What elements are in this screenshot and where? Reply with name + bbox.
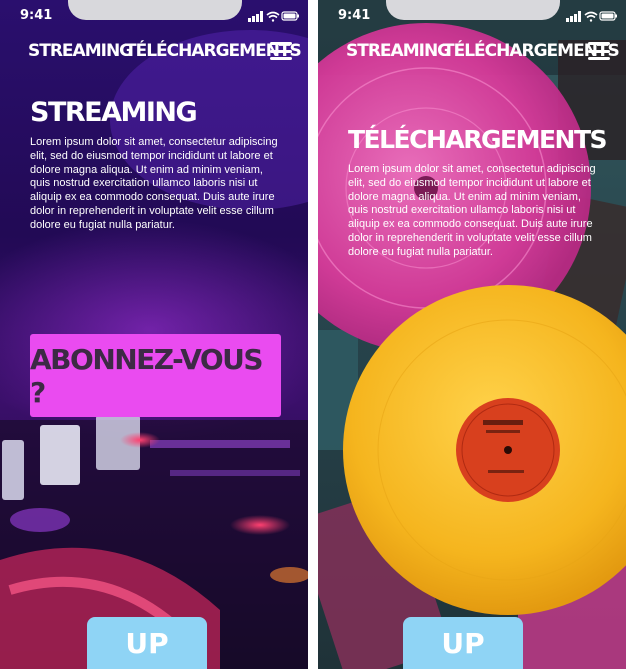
nav-streaming-link[interactable]: STREAMING <box>346 41 451 61</box>
device-notch <box>386 0 560 20</box>
page-title: TÉLÉCHARGEMENTS <box>348 125 608 154</box>
wifi-icon <box>266 11 280 22</box>
signal-icon <box>566 11 581 22</box>
status-bar: 9:41 <box>0 0 308 32</box>
menu-icon[interactable] <box>270 42 292 60</box>
battery-icon <box>281 11 299 21</box>
vinyl-records-background-image <box>318 0 626 669</box>
intro-paragraph: Lorem ipsum dolor sit amet, consectetur … <box>348 163 596 258</box>
scroll-up-button[interactable]: UP <box>87 617 207 669</box>
top-navigation: STREAMING TÉLÉCHARGEMENTS <box>318 34 626 70</box>
nav-streaming-link[interactable]: STREAMING <box>28 41 133 61</box>
status-icons <box>566 11 617 22</box>
device-notch <box>68 0 242 20</box>
scroll-up-button[interactable]: UP <box>403 617 523 669</box>
menu-icon[interactable] <box>588 42 610 60</box>
subscribe-button[interactable]: ABONNEZ-VOUS ? <box>30 334 281 417</box>
downloads-screen: 9:41 STREAMING TÉLÉCHARGEMENTS TÉLÉCHARG… <box>318 0 626 669</box>
top-navigation: STREAMING TÉLÉCHARGEMENTS <box>0 34 308 70</box>
status-icons <box>248 11 299 22</box>
page-title: STREAMING <box>30 97 198 128</box>
status-bar: 9:41 <box>318 0 626 32</box>
intro-paragraph: Lorem ipsum dolor sit amet, consectetur … <box>30 136 278 231</box>
streaming-screen: 9:41 STREAMING TÉLÉCHARGEMENTS STREAMING… <box>0 0 308 669</box>
signal-icon <box>248 11 263 22</box>
wifi-icon <box>584 11 598 22</box>
battery-icon <box>599 11 617 21</box>
status-time: 9:41 <box>20 8 53 23</box>
status-time: 9:41 <box>338 8 371 23</box>
